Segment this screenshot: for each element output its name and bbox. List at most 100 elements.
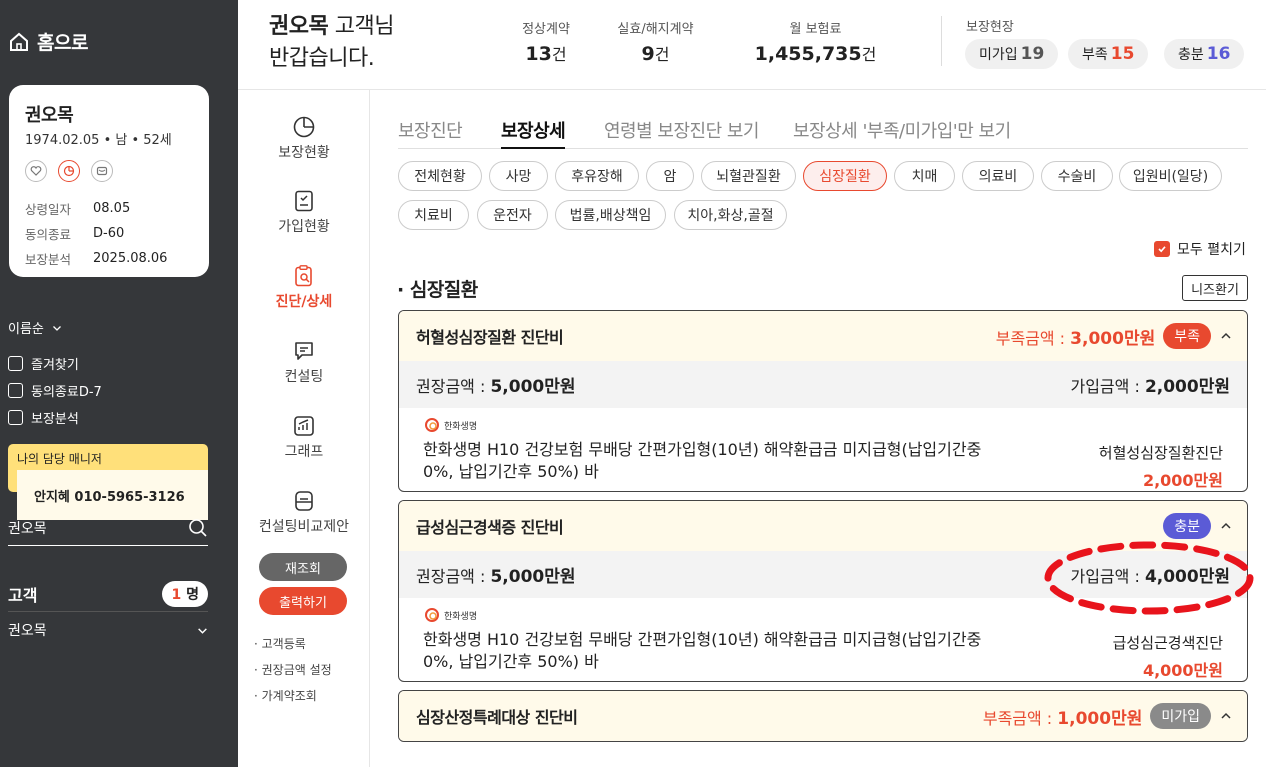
expand-all-toggle[interactable]: 모두 펼치기 [1154,239,1246,259]
chip-dementia[interactable]: 치매 [894,161,955,191]
search-input[interactable]: 권오목 [8,518,47,538]
checkbox-checked-icon[interactable] [1154,241,1170,257]
stat-value: 1,455,735 [754,43,862,65]
insurer-logo: 한화생명 [423,416,1247,434]
customer-list-item[interactable]: 권오목 [8,620,208,640]
panel-header[interactable]: 허혈성심장질환 진단비 부족금액 : 3,000만원 부족 [399,311,1247,361]
count-unit: 명 [186,586,199,603]
chip-disability[interactable]: 후유장해 [555,161,639,191]
coverage-chip-sufficient[interactable]: 충분 16 [1164,39,1245,69]
checkbox[interactable] [8,410,23,425]
panel-title: 심장산정특례대상 진단비 [416,708,578,727]
chip-surgery[interactable]: 수술비 [1041,161,1113,191]
recommended-label: 권장금액 : [416,567,491,586]
chevron-up-icon[interactable] [1219,519,1233,533]
home-link[interactable]: 홈으로 [8,28,88,55]
heart-icon[interactable] [25,160,47,182]
link-provisional-contract[interactable]: · 가계약조회 [254,687,332,713]
menu-item-graph[interactable]: 그래프 [238,414,370,461]
search-icon[interactable] [188,518,208,538]
greeting-line2: 반갑습니다. [269,46,375,71]
header: 권오목 고객님 반갑습니다. 정상계약 13건 실효/해지계약 9건 월 보험료… [238,0,1266,90]
stat-unit: 건 [551,45,567,64]
menu-item-diagnosis-detail[interactable]: 진단/상세 [238,264,370,311]
document-icon [295,190,313,212]
chip-heart-disease[interactable]: 심장질환 [803,161,887,191]
tab-coverage-diagnosis[interactable]: 보장진단 [398,117,463,143]
tab-coverage-detail[interactable]: 보장상세 [501,117,566,149]
chip-medical[interactable]: 의료비 [962,161,1034,191]
side-links: · 고객등록 · 권장금액 설정 · 가계약조회 [254,635,332,713]
recommended-amount: 권장금액 : 5,000만원 [416,562,576,587]
home-label: 홈으로 [37,32,88,54]
stat-normal-contracts: 정상계약 13건 [506,18,586,65]
reload-button[interactable]: 재조회 [259,553,347,581]
manager-box: 나의 담당 매니저 안지혜 010-5965-3126 [8,444,208,520]
filter-label: 동의종료D-7 [31,385,102,400]
link-recommended-setting[interactable]: · 권장금액 설정 [254,661,332,687]
coverage-status-label: 보장현장 [966,20,1014,35]
info-value: 2025.08.06 [93,251,168,266]
shortfall-value: 3,000만원 [1070,328,1156,349]
tab-age-diagnosis[interactable]: 연령별 보장진단 보기 [604,117,759,143]
coverage-name: 허혈성심장질환진단 [1098,444,1223,462]
sort-dropdown[interactable]: 이름순 [8,318,62,337]
chip-value: 19 [1020,44,1045,64]
menu-item-consulting[interactable]: 컨설팅 [238,339,370,386]
joined-amount: 가입금액 : 2,000만원 [1070,372,1230,397]
pie-chart-icon[interactable] [58,160,80,182]
chip-value: 15 [1110,44,1135,64]
chip-driver[interactable]: 운전자 [477,200,548,230]
stat-label: 정상계약 [522,22,570,37]
coverage-chip-shortage[interactable]: 부족 15 [1068,39,1149,69]
coverage-amount: 4,000만원 [1142,661,1223,680]
menu-item-comparison[interactable]: 컨설팅비교제안 [238,489,370,536]
status-badge: 미가입 [1150,703,1211,729]
stat-label: 월 보험료 [789,22,842,37]
chip-label: 부족 [1082,47,1108,63]
customer-count-row: 고객 1 명 [8,576,208,612]
customer-count-badge: 1 명 [162,580,208,607]
needs-button[interactable]: 니즈환기 [1182,275,1248,301]
chevron-up-icon[interactable] [1219,709,1233,723]
checkbox[interactable] [8,356,23,371]
chip-treatment[interactable]: 치료비 [398,200,469,230]
menu-item-subscription[interactable]: 가입현황 [238,189,370,236]
customer-info-table: 상령일자 08.05 동의종료 D-60 보장분석 2025.08.06 [25,196,167,271]
home-icon [10,32,28,51]
chip-value: 16 [1206,44,1231,64]
info-key: 동의종료 [25,227,72,242]
chip-hospitalization[interactable]: 입원비(일당) [1119,161,1222,191]
menu-item-coverage-status[interactable]: 보장현황 [238,115,370,162]
chip-death[interactable]: 사망 [489,161,548,191]
chip-cerebrovascular[interactable]: 뇌혈관질환 [701,161,796,191]
section-title-text: 심장질환 [409,279,478,301]
print-button[interactable]: 출력하기 [259,587,347,615]
message-icon[interactable] [91,160,113,182]
stat-unit: 건 [861,45,877,64]
chip-dental[interactable]: 치아,화상,골절 [674,200,787,230]
menu-label: 그래프 [284,444,324,460]
filter-favorites[interactable]: 즐겨찾기 [8,350,102,377]
chevron-up-icon[interactable] [1219,329,1233,343]
coverage-chip-unjoined[interactable]: 미가입 19 [965,39,1059,69]
info-value: 08.05 [93,201,131,216]
checkbox[interactable] [8,383,23,398]
shortfall-amount: 부족금액 : 1,000만원 [983,704,1143,729]
sidebar: 홈으로 권오목 1974.02.05 • 남 • 52세 상령일자 08.05 동… [0,0,238,767]
chip-all[interactable]: 전체현황 [398,161,482,191]
chevron-down-icon [52,325,61,331]
filter-consent-end[interactable]: 동의종료D-7 [8,377,102,404]
customer-search[interactable]: 권오목 [8,510,208,546]
status-badge: 부족 [1163,323,1211,349]
chevron-down-icon [198,627,207,634]
recommended-value: 5,000만원 [490,567,576,587]
filter-label: 즐겨찾기 [31,358,79,373]
filter-analysis[interactable]: 보장분석 [8,404,102,431]
menu-label: 컨설팅 [284,369,324,385]
link-register-customer[interactable]: · 고객등록 [254,635,332,661]
chip-legal[interactable]: 법률,배상책임 [555,200,666,230]
panel-header[interactable]: 심장산정특례대상 진단비 부족금액 : 1,000만원 미가입 [399,691,1247,741]
chip-cancer[interactable]: 암 [646,161,694,191]
tab-shortfall-only[interactable]: 보장상세 '부족/미가입'만 보기 [793,117,1011,143]
